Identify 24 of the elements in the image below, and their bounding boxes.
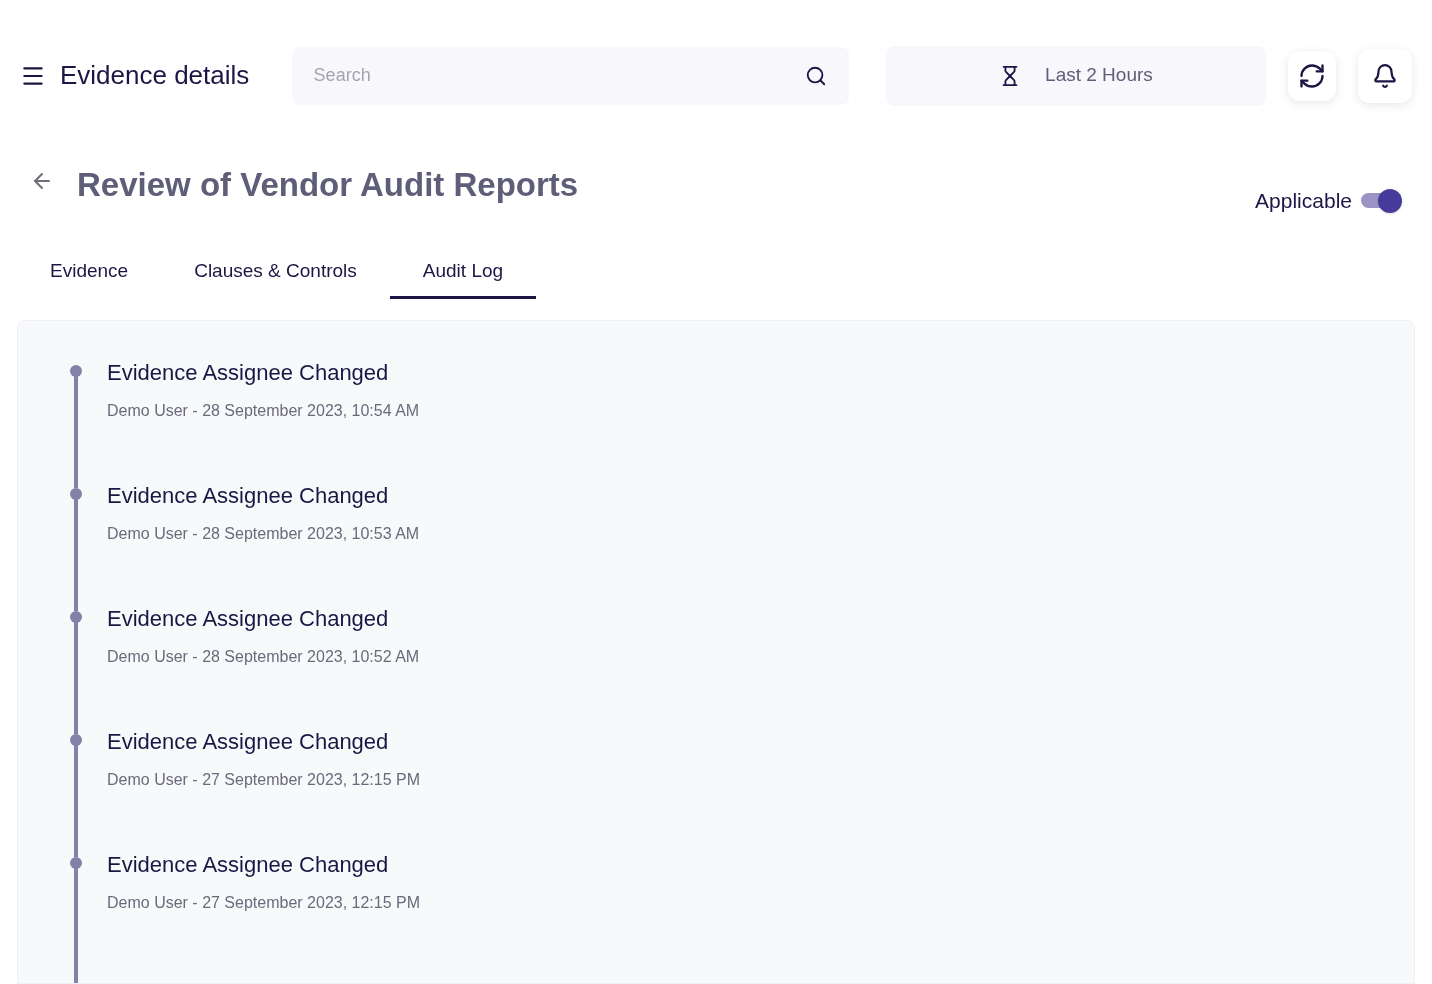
- log-entry-meta: Demo User - 28 September 2023, 10:54 AM: [107, 401, 420, 421]
- log-entry-meta: Demo User - 27 September 2023, 12:15 PM: [107, 893, 421, 913]
- log-entry-title: Evidence Assignee Changed: [107, 851, 390, 879]
- log-entry-meta: Demo User - 27 September 2023, 12:15 PM: [107, 770, 421, 790]
- log-entry-title: Evidence Assignee Changed: [107, 728, 390, 756]
- log-entry-meta: Demo User - 28 September 2023, 10:53 AM: [107, 524, 420, 544]
- log-entry-title: Evidence Assignee Changed: [107, 605, 390, 633]
- page-header-title: Evidence details: [59, 59, 251, 92]
- notifications-button[interactable]: [1358, 48, 1412, 103]
- log-entry-meta: Demo User - 28 September 2023, 10:52 AM: [107, 647, 420, 667]
- log-entry-title: Evidence Assignee Changed: [107, 359, 390, 387]
- bell-icon: [1372, 62, 1399, 89]
- time-range-selector[interactable]: Last 2 Hours: [885, 45, 1267, 106]
- refresh-icon: [1298, 61, 1327, 90]
- log-entry-title: Evidence Assignee Changed: [107, 482, 390, 510]
- tab[interactable]: Clauses & Controls: [161, 247, 390, 299]
- applicable-label: Applicable: [1255, 188, 1352, 214]
- page-title: Review of Vendor Audit Reports: [77, 165, 579, 205]
- tab[interactable]: Evidence: [17, 247, 162, 299]
- refresh-button[interactable]: [1288, 50, 1337, 101]
- tab[interactable]: Audit Log: [389, 247, 537, 299]
- applicable-toggle[interactable]: [1360, 188, 1402, 213]
- search-icon[interactable]: [804, 64, 827, 87]
- search-field[interactable]: Search: [291, 46, 849, 105]
